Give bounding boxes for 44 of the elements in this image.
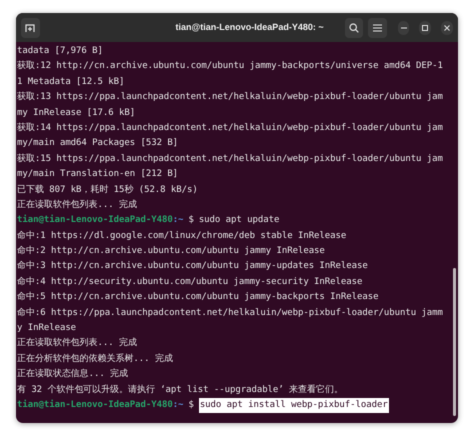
output-line: my InRelease [17.6 kB]	[17, 106, 136, 120]
search-icon	[348, 22, 359, 32]
output-line: 获取:13 https://ppa.launchpadcontent.net/helkaluin/webp-pixbuf-loader/ubuntu jam	[17, 90, 443, 104]
output-line: 获取:15 https://ppa.launchpadcontent.net/helkaluin/webp-pixbuf-loader/ubuntu jam	[17, 152, 443, 166]
prompt-user: tian@tian-Lenovo-IdeaPad-Y480	[17, 214, 173, 228]
output-line: my/main Translation-en [212 B]	[17, 168, 178, 182]
output-line: 命中:4 http://security.ubuntu.com/ubuntu jammy-security InRelease	[17, 276, 362, 289]
close-icon	[444, 24, 450, 30]
output-line: y InRelease	[17, 322, 76, 336]
new-tab-button[interactable]	[21, 18, 40, 38]
output-line: 1 Metadata [12.5 kB]	[17, 76, 124, 89]
window-title: tian@tian-Lenovo-IdeaPad-Y480: ~	[176, 20, 324, 34]
menu-button[interactable]	[368, 18, 387, 38]
output-line: tadata [7,976 B]	[17, 45, 103, 58]
output-line: 命中:6 https://ppa.launchpadcontent.net/helkaluin/webp-pixbuf-loader/ubuntu jamm	[17, 306, 443, 320]
maximize-button[interactable]	[419, 20, 432, 34]
search-button[interactable]	[344, 18, 364, 38]
output-line: 获取:12 http://cn.archive.ubuntu.com/ubuntu jammy-backports/universe amd64 DEP-1	[17, 60, 443, 74]
menu-icon	[372, 24, 382, 32]
output-line: 命中:2 http://cn.archive.ubuntu.com/ubuntu jammy InRelease	[17, 244, 325, 258]
output-line: 正在读取状态信息... 完成	[17, 368, 128, 382]
maximize-icon	[422, 24, 428, 30]
output-line: 获取:14 https://ppa.launchpadcontent.net/helkaluin/webp-pixbuf-loader/ubuntu jam	[17, 122, 443, 135]
prompt-user: tian@tian-Lenovo-IdeaPad-Y480	[17, 398, 173, 412]
output-line: my/main amd64 Packages [532 B]	[17, 137, 178, 150]
new-tab-icon	[25, 22, 36, 32]
minimize-button[interactable]	[398, 20, 410, 34]
minimize-icon	[400, 26, 407, 28]
close-button[interactable]	[441, 20, 453, 34]
output-line: 命中:5 http://cn.archive.ubuntu.com/ubuntu jammy-backports InRelease	[17, 290, 378, 304]
prompt-symbol: $	[188, 398, 194, 412]
prompt-path: :~	[172, 398, 184, 412]
prompt-path: :~	[172, 214, 184, 228]
output-line: 命中:1 https://dl.google.com/linux/chrome/deb stable InRelease	[17, 230, 346, 243]
output-line: 命中:3 http://cn.archive.ubuntu.com/ubuntu jammy-updates InRelease	[17, 260, 368, 274]
output-line: 正在分析软件包的依赖关系树... 完成	[17, 352, 173, 366]
command-text: sudo apt install webp-pixbuf-loader	[198, 398, 389, 414]
prompt-symbol: $	[188, 214, 194, 228]
output-line: 有 32 个软件包可以升级。请执行 ‘apt list --upgradable’ 来查看它们。	[17, 384, 343, 397]
command-text: sudo apt update	[198, 214, 280, 228]
scrollbar[interactable]	[453, 268, 456, 416]
output-line: 正在读取软件包列表... 完成	[17, 336, 137, 350]
output-line: 正在读取软件包列表... 完成	[17, 198, 137, 212]
output-line: 已下载 807 kB，耗时 15秒 (52.8 kB/s)	[17, 184, 198, 197]
